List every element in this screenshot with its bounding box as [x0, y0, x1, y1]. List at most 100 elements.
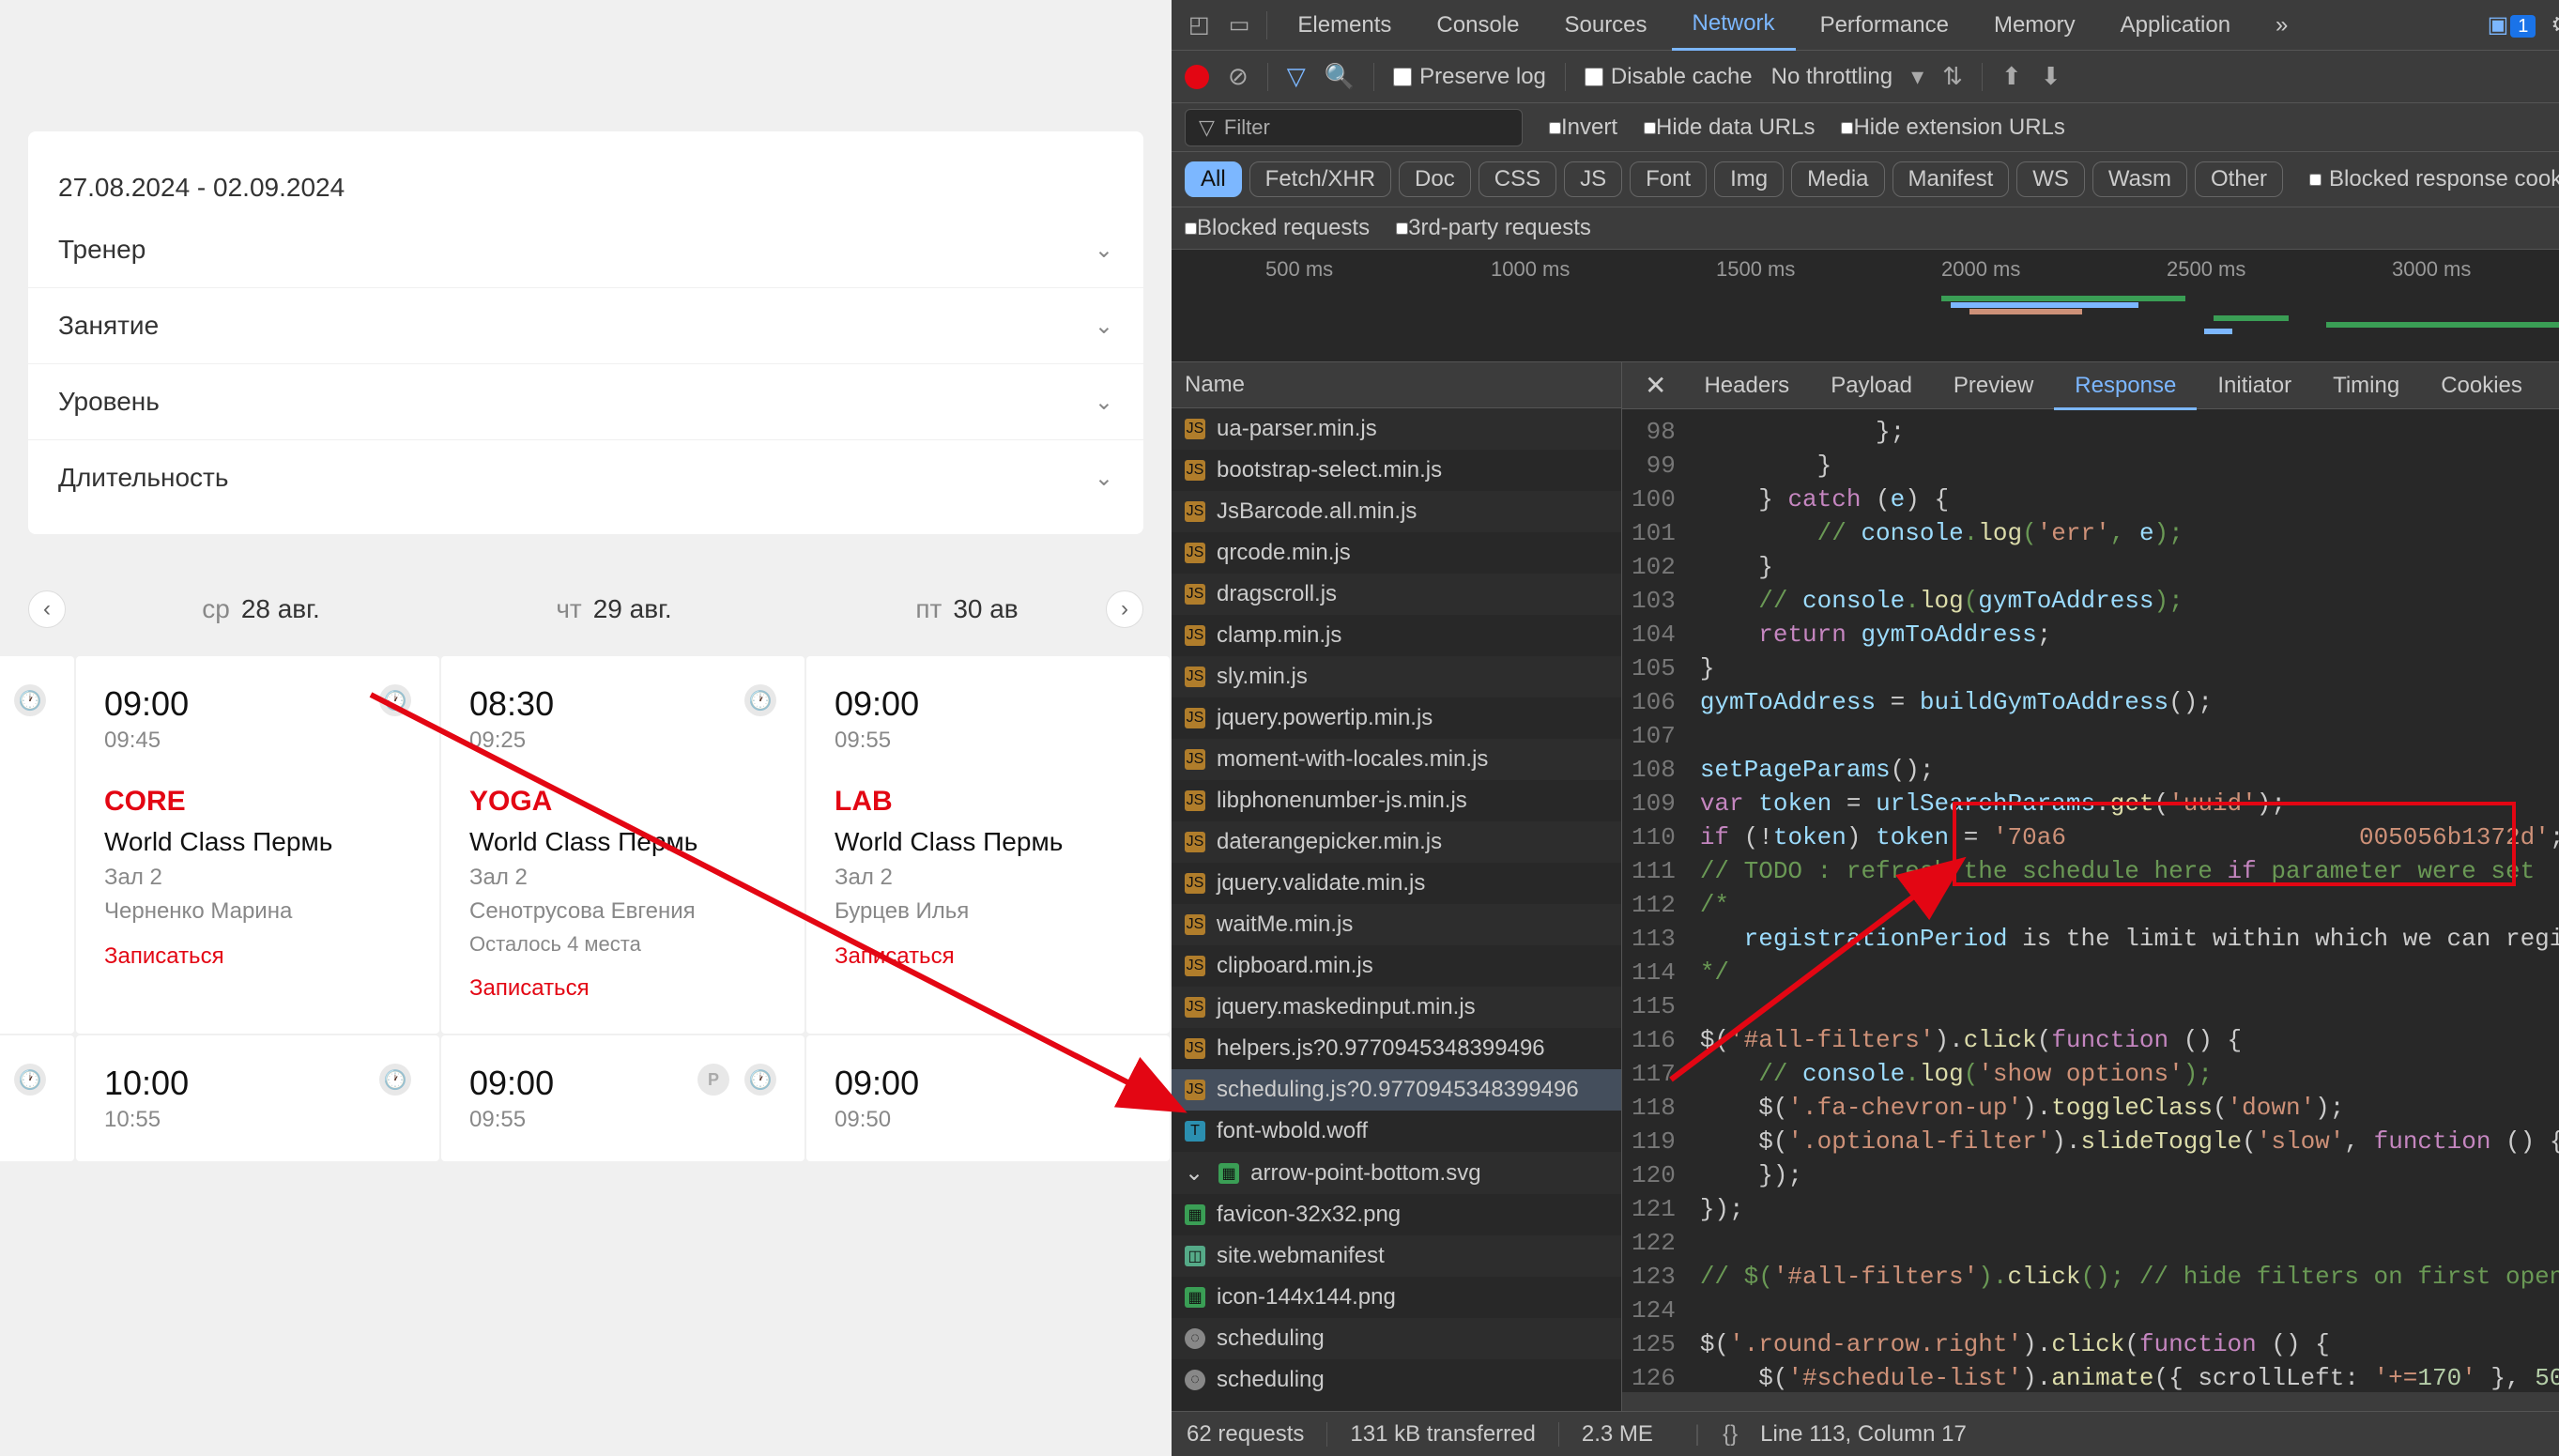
chip-other[interactable]: Other — [2195, 161, 2283, 197]
schedule-card[interactable]: 🕐 09:00 09:45 CORE World Class Пермь Зал… — [76, 656, 439, 1034]
filter-icon[interactable]: ▽ — [1287, 62, 1306, 91]
wifi-icon[interactable]: ⇅ — [1942, 62, 1963, 91]
schedule-card[interactable]: 🕐 P 09:00 09:55 — [441, 1035, 804, 1161]
request-item[interactable]: JSscheduling.js?0.9770945348399496 — [1172, 1069, 1621, 1111]
request-item[interactable]: ▦icon-144x144.png — [1172, 1277, 1621, 1318]
filter-input[interactable]: ▽ Filter — [1185, 109, 1523, 146]
clear-button[interactable]: ⊘ — [1228, 62, 1249, 91]
request-item[interactable]: JSsly.min.js — [1172, 656, 1621, 697]
date-range-filter[interactable]: 27.08.2024 - 02.09.2024 — [28, 150, 1143, 212]
level-filter[interactable]: Уровень ⌄ — [28, 364, 1143, 440]
request-item[interactable]: JSclamp.min.js — [1172, 615, 1621, 656]
chip-ws[interactable]: WS — [2016, 161, 2085, 197]
request-item[interactable]: ◌scheduling — [1172, 1318, 1621, 1359]
download-icon[interactable]: ⬇ — [2041, 62, 2061, 91]
chip-media[interactable]: Media — [1791, 161, 1884, 197]
request-item[interactable]: Tfont-wbold.woff — [1172, 1111, 1621, 1152]
blocked-cookies-checkbox[interactable]: Blocked response cookies — [2309, 166, 2559, 192]
chip-img[interactable]: Img — [1714, 161, 1784, 197]
line-gutter: 9899100101102103104105106107108109110111… — [1622, 409, 1691, 1392]
settings-icon[interactable]: ⚙ — [2551, 11, 2559, 38]
duration-label: Длительность — [58, 463, 228, 493]
request-item[interactable]: ⌄▦arrow-point-bottom.svg — [1172, 1152, 1621, 1194]
request-item[interactable]: JSJsBarcode.all.min.js — [1172, 491, 1621, 532]
request-item[interactable]: JSdragscroll.js — [1172, 574, 1621, 615]
search-icon[interactable]: 🔍 — [1325, 62, 1355, 91]
class-filter[interactable]: Занятие ⌄ — [28, 288, 1143, 364]
network-timeline[interactable]: 500 ms1000 ms1500 ms2000 ms2500 ms3000 m… — [1172, 250, 2559, 362]
device-toggle-icon[interactable]: ▭ — [1221, 4, 1258, 46]
next-day-button[interactable]: › — [1106, 590, 1143, 628]
response-code[interactable]: 9899100101102103104105106107108109110111… — [1622, 409, 2559, 1392]
request-item[interactable]: JSua-parser.min.js — [1172, 408, 1621, 450]
schedule-card[interactable]: 09:00 09:50 — [806, 1035, 1170, 1161]
schedule-card-partial[interactable]: 🕐 — [0, 1035, 74, 1161]
tab-application[interactable]: Application — [2100, 1, 2251, 50]
tabs-more[interactable]: » — [2255, 1, 2308, 50]
tab-sources[interactable]: Sources — [1543, 1, 1667, 50]
chip-css[interactable]: CSS — [1479, 161, 1556, 197]
record-button[interactable] — [1185, 65, 1209, 89]
duration-filter[interactable]: Длительность ⌄ — [28, 440, 1143, 515]
request-item[interactable]: ◫site.webmanifest — [1172, 1235, 1621, 1277]
chip-wasm[interactable]: Wasm — [2092, 161, 2187, 197]
request-item[interactable]: JSmoment-with-locales.min.js — [1172, 739, 1621, 780]
request-item[interactable]: JSbootstrap-select.min.js — [1172, 450, 1621, 491]
schedule-card[interactable]: 🕐 08:30 09:25 YOGA World Class Пермь Зал… — [441, 656, 804, 1034]
throttle-chevron-icon[interactable]: ▾ — [1911, 62, 1923, 91]
request-item[interactable]: JSjquery.validate.min.js — [1172, 863, 1621, 904]
detail-tab-payload[interactable]: Payload — [1810, 363, 1933, 407]
tab-performance[interactable]: Performance — [1800, 1, 1969, 50]
horizontal-scrollbar[interactable] — [1622, 1392, 2559, 1411]
detail-tab-initiator[interactable]: Initiator — [2197, 363, 2312, 407]
detail-tab-preview[interactable]: Preview — [1933, 363, 2054, 407]
chip-manifest[interactable]: Manifest — [1892, 161, 2010, 197]
request-item[interactable]: ▦favicon-32x32.png — [1172, 1194, 1621, 1235]
request-name: font-wbold.woff — [1217, 1118, 1368, 1144]
upload-icon[interactable]: ⬆ — [2001, 62, 2022, 91]
inspect-icon[interactable]: ◰ — [1181, 4, 1218, 46]
request-item[interactable]: JSwaitMe.min.js — [1172, 904, 1621, 945]
chip-doc[interactable]: Doc — [1399, 161, 1471, 197]
chip-fetchxhr[interactable]: Fetch/XHR — [1249, 161, 1391, 197]
signup-link[interactable]: Записаться — [835, 943, 1142, 970]
invert-checkbox[interactable]: Invert — [1549, 115, 1617, 141]
tab-network[interactable]: Network — [1672, 0, 1796, 51]
hide-data-checkbox[interactable]: Hide data URLs — [1644, 115, 1815, 141]
close-detail-icon[interactable]: ✕ — [1632, 370, 1679, 401]
throttling-select[interactable]: No throttling — [1771, 64, 1892, 90]
issues-icon[interactable]: ▣1 — [2488, 11, 2536, 38]
detail-tab-response[interactable]: Response — [2054, 363, 2197, 410]
request-item[interactable]: JShelpers.js?0.9770945348399496 — [1172, 1028, 1621, 1069]
pretty-print-icon[interactable]: {} — [1723, 1421, 1738, 1448]
blocked-requests-checkbox[interactable]: Blocked requests — [1185, 215, 1370, 241]
request-item[interactable]: JSclipboard.min.js — [1172, 945, 1621, 987]
signup-link[interactable]: Записаться — [469, 975, 776, 1002]
request-item[interactable]: JSdaterangepicker.min.js — [1172, 821, 1621, 863]
detail-tab-headers[interactable]: Headers — [1683, 363, 1810, 407]
schedule-card-partial[interactable]: 🕐 ь ия — [0, 656, 74, 1034]
schedule-card[interactable]: 09:00 09:55 LAB World Class Пермь Зал 2 … — [806, 656, 1170, 1034]
disable-cache-checkbox[interactable]: Disable cache — [1585, 64, 1753, 90]
prev-day-button[interactable]: ‹ — [28, 590, 66, 628]
third-party-checkbox[interactable]: 3rd-party requests — [1396, 215, 1591, 241]
trainer-filter[interactable]: Тренер ⌄ — [28, 212, 1143, 288]
signup-link[interactable]: Записаться — [104, 943, 411, 970]
detail-tab-cookies[interactable]: Cookies — [2420, 363, 2543, 407]
preserve-log-checkbox[interactable]: Preserve log — [1393, 64, 1546, 90]
hide-ext-checkbox[interactable]: Hide extension URLs — [1841, 115, 2064, 141]
chip-font[interactable]: Font — [1630, 161, 1707, 197]
detail-tab-timing[interactable]: Timing — [2312, 363, 2420, 407]
request-item[interactable]: JSjquery.powertip.min.js — [1172, 697, 1621, 739]
request-item[interactable]: ◌scheduling — [1172, 1359, 1621, 1401]
tab-elements[interactable]: Elements — [1277, 1, 1412, 50]
request-item[interactable]: JSlibphonenumber-js.min.js — [1172, 780, 1621, 821]
name-column-header[interactable]: Name — [1172, 362, 1621, 408]
request-item[interactable]: JSjquery.maskedinput.min.js — [1172, 987, 1621, 1028]
schedule-card[interactable]: 🕐 10:00 10:55 — [76, 1035, 439, 1161]
chip-js[interactable]: JS — [1564, 161, 1622, 197]
chip-all[interactable]: All — [1185, 161, 1242, 197]
request-item[interactable]: JSqrcode.min.js — [1172, 532, 1621, 574]
tab-console[interactable]: Console — [1416, 1, 1540, 50]
tab-memory[interactable]: Memory — [1973, 1, 2096, 50]
